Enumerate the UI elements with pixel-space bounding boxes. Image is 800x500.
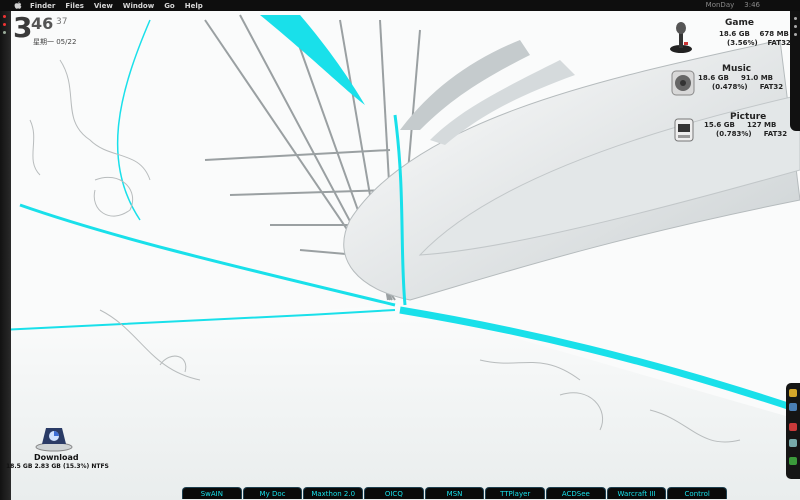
- dock-item-ttplayer[interactable]: TTPlayer: [485, 487, 546, 499]
- drive-percent-row: (3.56%) FAT32: [727, 39, 791, 47]
- clock-second: 37: [56, 17, 68, 27]
- drive-title: Game: [725, 18, 754, 28]
- dock-app-icon[interactable]: [789, 403, 797, 411]
- drive-percent-row: (0.783%) FAT32: [716, 130, 787, 138]
- drive-title: Music: [722, 64, 752, 74]
- drive-fs: FAT32: [759, 83, 784, 91]
- menu-day: MonDay: [705, 1, 735, 9]
- dock-item-msn[interactable]: MSN: [424, 487, 485, 499]
- drive-percent: (0.783%): [716, 130, 752, 138]
- drive-percent: (0.478%): [712, 83, 748, 91]
- printer-icon: [674, 118, 694, 142]
- handle-dot-icon: [794, 17, 797, 20]
- dock-item-swain[interactable]: SwAIN: [182, 487, 242, 499]
- drive-free: 678 MB: [759, 30, 789, 38]
- menu-clock[interactable]: MonDay 3:46: [706, 1, 760, 9]
- right-side-handle[interactable]: [790, 11, 800, 131]
- drive-fs: FAT32: [763, 130, 788, 138]
- handle-dot-icon: [794, 33, 797, 36]
- disk-usage-icon: [35, 428, 73, 452]
- handle-dot-icon: [794, 25, 797, 28]
- download-stats: 18.5 GB 2.83 GB (15.3%) NTFS: [6, 463, 109, 470]
- drive-percent: (3.56%): [727, 39, 758, 47]
- dock-app-icon[interactable]: [789, 423, 797, 431]
- status-dot-icon: [3, 15, 6, 18]
- drive-fs: FAT32: [767, 39, 791, 47]
- clock-minute: 46: [31, 14, 54, 33]
- dock-app-icon[interactable]: [789, 389, 797, 397]
- dock-item-oicq[interactable]: OICQ: [364, 487, 424, 499]
- dock-item-control[interactable]: Control: [667, 487, 728, 499]
- menu-bar: Finder Files View Window Go Help MonDay …: [0, 0, 800, 11]
- menu-window[interactable]: Window: [123, 2, 154, 10]
- drive-total: 18.6 GB: [719, 30, 750, 38]
- drive-percent-row: (0.478%) FAT32: [712, 83, 783, 91]
- menu-finder[interactable]: Finder: [30, 2, 55, 10]
- status-dot-icon: [3, 31, 6, 34]
- drive-free: 127 MB: [746, 121, 777, 129]
- dock-item-my-doc[interactable]: My Doc: [242, 487, 303, 499]
- dock-app-icon[interactable]: [789, 439, 797, 447]
- dock-item-acdsee[interactable]: ACDSee: [546, 487, 606, 499]
- dock-item-warcraft[interactable]: Warcraft III: [606, 487, 667, 499]
- menu-help[interactable]: Help: [185, 2, 203, 10]
- drive-total: 18.6 GB: [698, 74, 729, 82]
- status-dot-icon: [3, 23, 6, 26]
- clock-hour: 3: [13, 11, 33, 44]
- dock-app-icon[interactable]: [789, 457, 797, 465]
- dock-item-maxthon[interactable]: Maxthon 2.0: [303, 487, 364, 499]
- menu-items: Finder Files View Window Go Help: [30, 2, 213, 10]
- menu-time: 3:46: [744, 1, 760, 9]
- menu-go[interactable]: Go: [164, 2, 175, 10]
- joystick-icon: [670, 22, 692, 53]
- drive-size-row: 15.6 GB 127 MB: [704, 121, 776, 129]
- speaker-icon: [671, 70, 695, 96]
- drive-free: 91.0 MB: [740, 74, 773, 82]
- menu-view[interactable]: View: [94, 2, 113, 10]
- clock-date: 星期一 05/22: [33, 38, 77, 46]
- menu-files[interactable]: Files: [65, 2, 84, 10]
- drive-total: 15.6 GB: [704, 121, 735, 129]
- right-mini-dock: [786, 383, 800, 479]
- left-side-strip: [0, 11, 11, 500]
- drive-size-row: 18.6 GB 678 MB: [719, 30, 789, 38]
- bottom-dock: SwAIN My Doc Maxthon 2.0 OICQ MSN TTPlay…: [182, 487, 728, 500]
- download-title: Download: [34, 453, 79, 462]
- drive-size-row: 18.6 GB 91.0 MB: [698, 74, 773, 82]
- apple-logo-icon[interactable]: [14, 1, 22, 10]
